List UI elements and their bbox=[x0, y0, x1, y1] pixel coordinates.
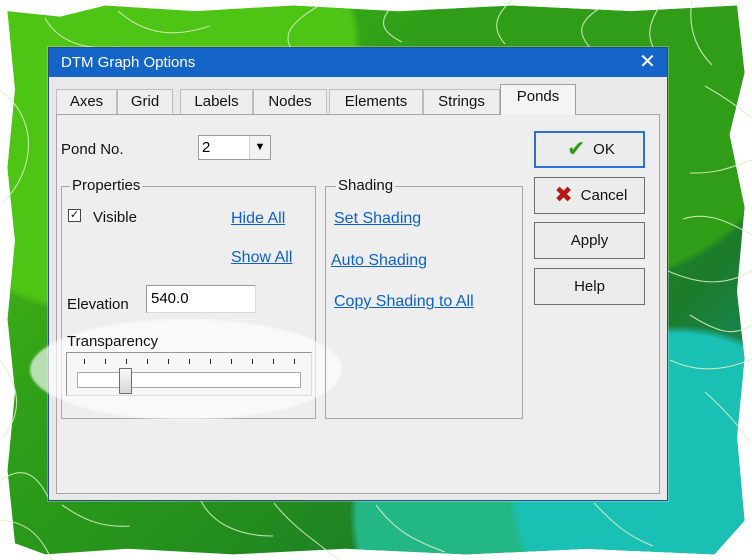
transparency-slider-track[interactable] bbox=[77, 372, 301, 388]
transparency-ticks bbox=[84, 359, 298, 364]
ok-label: OK bbox=[593, 141, 615, 158]
screenshot-stage: DTM Graph Options ✕ Axes Grid Labels Nod… bbox=[0, 0, 752, 560]
dialog-title-bar[interactable]: DTM Graph Options ✕ bbox=[49, 48, 667, 77]
apply-button[interactable]: Apply bbox=[534, 222, 645, 259]
properties-title: Properties bbox=[70, 177, 143, 194]
close-button[interactable]: ✕ bbox=[628, 48, 667, 77]
transparency-slider-frame bbox=[66, 352, 312, 396]
options-tabs: Axes Grid Labels Nodes Elements Strings … bbox=[56, 84, 576, 115]
transparency-slider-thumb[interactable] bbox=[119, 368, 133, 394]
pond-number-dropdown[interactable]: 2 ▼ bbox=[198, 135, 271, 160]
close-icon: ✕ bbox=[639, 51, 656, 73]
hide-all-link[interactable]: Hide All bbox=[231, 210, 285, 228]
visible-label: Visible bbox=[93, 209, 137, 226]
check-icon: ✔ bbox=[566, 136, 586, 161]
pond-number-value: 2 bbox=[202, 139, 211, 156]
copy-shading-to-all-link[interactable]: Copy Shading to All bbox=[334, 293, 474, 311]
set-shading-link[interactable]: Set Shading bbox=[334, 210, 421, 228]
show-all-link[interactable]: Show All bbox=[231, 249, 292, 267]
tab-nodes[interactable]: Nodes bbox=[253, 89, 327, 114]
ok-button[interactable]: ✔ OK bbox=[534, 131, 645, 168]
tab-strings[interactable]: Strings bbox=[423, 89, 500, 114]
shading-title: Shading bbox=[336, 177, 396, 194]
cancel-icon: ✖ bbox=[554, 182, 573, 207]
chevron-down-icon[interactable]: ▼ bbox=[249, 136, 270, 159]
tab-axes[interactable]: Axes bbox=[56, 89, 117, 114]
transparency-label: Transparency bbox=[67, 333, 159, 350]
checkmark-icon: ✓ bbox=[69, 209, 80, 221]
elevation-field[interactable]: 540.0 bbox=[146, 285, 256, 313]
tab-grid[interactable]: Grid bbox=[117, 89, 173, 114]
auto-shading-link[interactable]: Auto Shading bbox=[331, 252, 427, 270]
cancel-button[interactable]: ✖ Cancel bbox=[534, 177, 645, 214]
help-button[interactable]: Help bbox=[534, 268, 645, 305]
tab-ponds[interactable]: Ponds bbox=[500, 84, 576, 115]
tab-labels[interactable]: Labels bbox=[180, 89, 253, 114]
visible-checkbox[interactable]: ✓ bbox=[68, 209, 81, 222]
pond-number-label: Pond No. bbox=[61, 141, 124, 158]
tab-elements[interactable]: Elements bbox=[329, 89, 423, 114]
elevation-label: Elevation bbox=[67, 296, 129, 313]
cancel-label: Cancel bbox=[580, 187, 628, 204]
dialog-title: DTM Graph Options bbox=[61, 54, 196, 71]
